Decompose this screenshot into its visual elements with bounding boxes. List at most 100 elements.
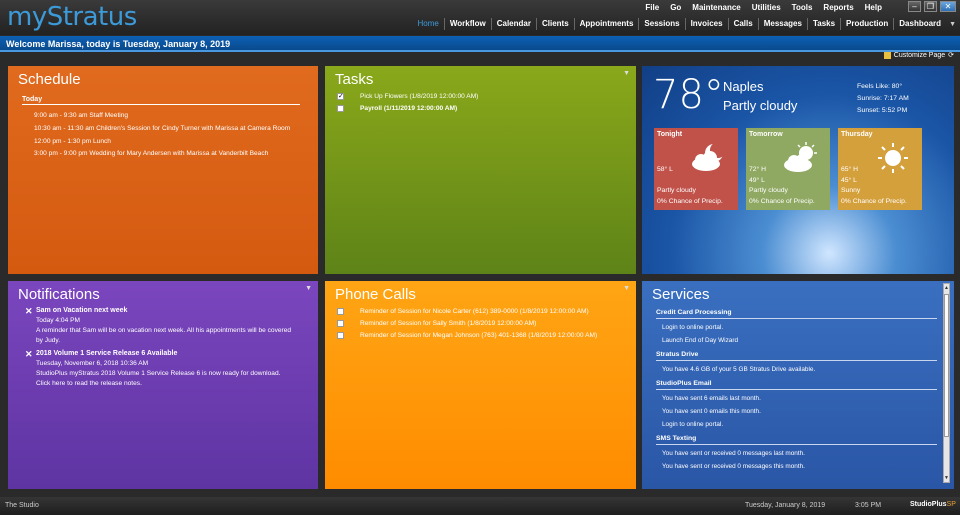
menu-go[interactable]: Go [670, 3, 681, 12]
nav-calls[interactable]: Calls [727, 18, 758, 30]
schedule-item[interactable]: 10:30 am - 11:30 am Children's Session f… [34, 125, 290, 138]
phone-call-label[interactable]: Reminder of Session for Sally Smith (1/8… [360, 320, 536, 327]
task-checkbox[interactable] [337, 105, 344, 112]
weather-sunset: Sunset: 5:52 PM [857, 107, 908, 114]
nav-home[interactable]: Home [413, 18, 444, 30]
schedule-item[interactable]: 3:00 pm - 9:00 pm Wedding for Mary Ander… [34, 150, 290, 163]
service-heading: StudioPlus Email [656, 380, 937, 390]
task-item: Payroll (1/11/2019 12:00:00 AM) [337, 105, 457, 112]
weather-details: Feels Like: 80° Sunrise: 7:17 AM Sunset:… [857, 81, 909, 117]
status-time: 3:05 PM [855, 502, 882, 509]
close-button[interactable]: ✕ [940, 1, 956, 12]
brand-accent: SP [946, 501, 956, 508]
forecast-thursday: Thursday 65° H 45° L Sunny 0% Chance of … [838, 128, 922, 210]
service-info: You have sent 6 emails last month. [662, 395, 761, 402]
notification-item: ✕ Sam on Vacation next week Today 4:04 PM… [25, 306, 296, 346]
chevron-down-icon[interactable]: ▼ [623, 285, 630, 292]
notification-date: Today 4:04 PM [36, 317, 80, 324]
notification-link[interactable]: Click here to read the release notes. [36, 379, 296, 389]
nav-production[interactable]: Production [840, 18, 893, 30]
weather-tile: 78° Naples Partly cloudy Feels Like: 80°… [642, 66, 954, 274]
chevron-down-icon[interactable]: ▼ [305, 285, 312, 292]
nav-clients[interactable]: Clients [535, 18, 574, 30]
forecast-day: Thursday [841, 131, 873, 138]
nav-dashboard[interactable]: Dashboard [893, 18, 946, 30]
phone-call-item: Reminder of Session for Nicole Carter (6… [337, 308, 589, 315]
service-info: You have sent 0 emails this month. [662, 408, 761, 415]
services-scrollbar[interactable]: ▲ ▼ [943, 283, 950, 483]
chevron-down-icon[interactable]: ▼ [623, 70, 630, 77]
menu-file[interactable]: File [645, 3, 659, 12]
scroll-down-icon[interactable]: ▼ [944, 475, 949, 481]
phone-call-item: Reminder of Session for Megan Johnson (7… [337, 332, 597, 339]
phone-call-item: Reminder of Session for Sally Smith (1/8… [337, 320, 536, 327]
refresh-icon[interactable]: ⟳ [948, 51, 954, 59]
task-label[interactable]: Payroll (1/11/2019 12:00:00 AM) [360, 105, 457, 112]
services-list: Credit Card Processing Login to online p… [656, 309, 937, 471]
customize-icon [883, 51, 891, 59]
dismiss-icon[interactable]: ✕ [25, 306, 33, 316]
schedule-title: Schedule [18, 71, 81, 88]
nav-calendar[interactable]: Calendar [490, 18, 536, 30]
customize-page-button[interactable]: Customize Page ⟳ [883, 51, 954, 59]
forecast-blank [657, 176, 723, 187]
nav-sessions[interactable]: Sessions [638, 18, 684, 30]
nav-workflow[interactable]: Workflow [443, 18, 491, 30]
notification-title[interactable]: 2018 Volume 1 Service Release 6 Availabl… [36, 350, 177, 357]
menu-utilities[interactable]: Utilities [752, 3, 781, 12]
chevron-down-icon[interactable]: ▼ [949, 21, 956, 28]
phone-call-checkbox[interactable] [337, 308, 344, 315]
customize-label: Customize Page [893, 51, 946, 59]
task-checkbox[interactable]: ✓ [337, 93, 344, 100]
scroll-up-icon[interactable]: ▲ [944, 285, 949, 291]
main-menu: File Go Maintenance Utilities Tools Repo… [634, 3, 882, 12]
menu-help[interactable]: Help [865, 3, 882, 12]
dismiss-icon[interactable]: ✕ [25, 349, 33, 359]
title-bar: myStratus File Go Maintenance Utilities … [0, 0, 960, 35]
phone-call-label[interactable]: Reminder of Session for Nicole Carter (6… [360, 308, 589, 315]
tasks-title: Tasks [335, 71, 374, 88]
status-studio: The Studio [5, 502, 39, 509]
restore-button[interactable]: ❐ [924, 1, 937, 12]
schedule-list: 9:00 am - 9:30 am Staff Meeting 10:30 am… [34, 112, 290, 163]
menu-tools[interactable]: Tools [792, 3, 813, 12]
forecast-lines: 65° H 45° L Sunny 0% Chance of Precip. [841, 165, 907, 207]
nav-invoices[interactable]: Invoices [684, 18, 728, 30]
phone-call-checkbox[interactable] [337, 320, 344, 327]
minimize-button[interactable]: – [908, 1, 921, 12]
service-link[interactable]: Launch End of Day Wizard [656, 336, 937, 345]
phone-call-checkbox[interactable] [337, 332, 344, 339]
weather-condition: Partly cloudy [723, 98, 798, 113]
service-info: You have sent or received 0 messages thi… [662, 463, 805, 470]
forecast-high: 72° H [749, 166, 767, 173]
nav-tasks[interactable]: Tasks [806, 18, 840, 30]
task-label[interactable]: Pick Up Flowers (1/8/2019 12:00:00 AM) [360, 93, 478, 100]
notifications-title: Notifications [18, 286, 100, 303]
services-tile: Services Credit Card Processing Login to… [642, 281, 954, 489]
forecast-precip: 0% Chance of Precip. [657, 197, 723, 205]
notification-title[interactable]: Sam on Vacation next week [36, 307, 127, 314]
service-link[interactable]: Login to online portal. [656, 323, 937, 332]
schedule-item[interactable]: 12:00 pm - 1:30 pm Lunch [34, 138, 290, 151]
nav-messages[interactable]: Messages [757, 18, 807, 30]
forecast-day: Tomorrow [749, 131, 783, 138]
service-link[interactable]: Login to online portal. [656, 420, 937, 429]
scroll-thumb[interactable] [944, 294, 949, 437]
tasks-tile: Tasks ▼ ✓ Pick Up Flowers (1/8/2019 12:0… [325, 66, 636, 274]
forecast-condition: Sunny [841, 187, 861, 194]
forecast-condition: Partly cloudy [657, 187, 696, 194]
service-info: You have 4.6 GB of your 5 GB Stratus Dri… [662, 366, 816, 373]
schedule-item[interactable]: 9:00 am - 9:30 am Staff Meeting [34, 112, 290, 125]
menu-maintenance[interactable]: Maintenance [692, 3, 740, 12]
forecast-tonight: Tonight 58° L Partly cloudy 0% Chance of… [654, 128, 738, 210]
app-logo: myStratus [7, 2, 137, 32]
forecast-precip: 0% Chance of Precip. [841, 197, 907, 205]
brand-main: StudioPlus [910, 501, 947, 508]
forecast-low: 49° L [749, 176, 765, 184]
phone-call-label[interactable]: Reminder of Session for Megan Johnson (7… [360, 332, 597, 339]
phone-calls-tile: Phone Calls ▼ Reminder of Session for Ni… [325, 281, 636, 489]
menu-reports[interactable]: Reports [823, 3, 853, 12]
nav-appointments[interactable]: Appointments [573, 18, 639, 30]
forecast-precip: 0% Chance of Precip. [749, 197, 815, 205]
service-heading: SMS Texting [656, 435, 937, 445]
